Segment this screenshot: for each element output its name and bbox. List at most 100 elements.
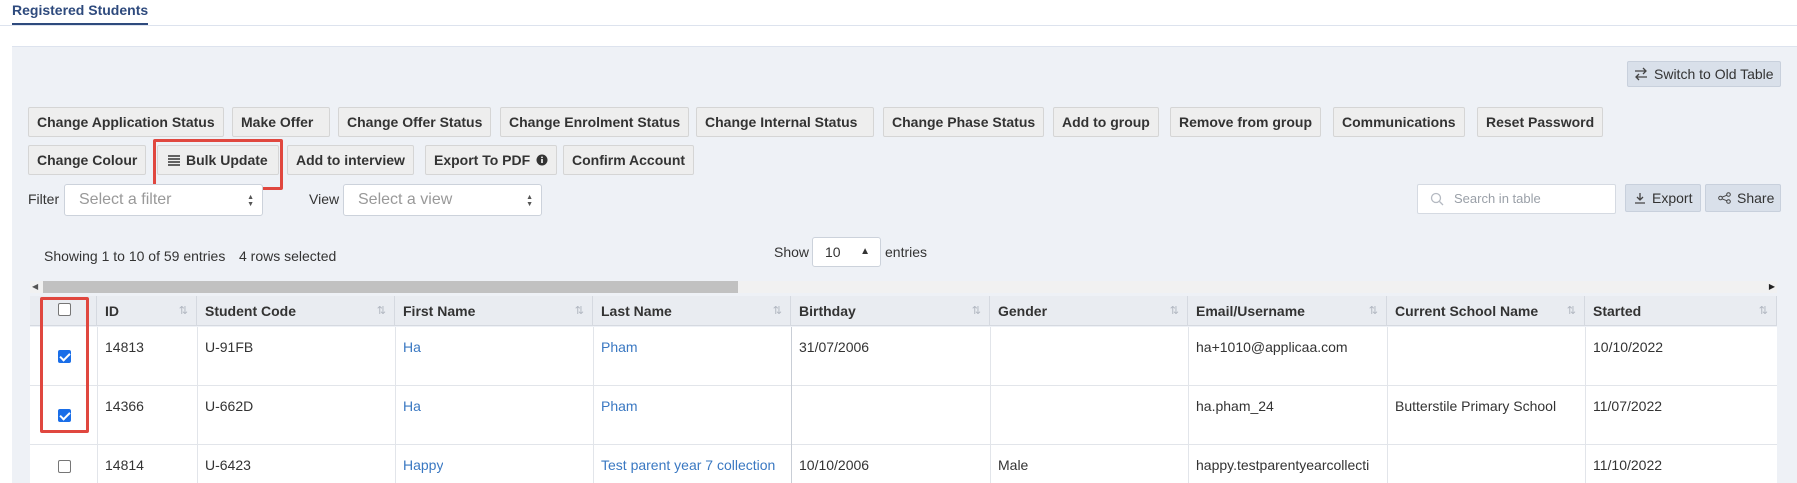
cell-first-name-link[interactable]: Ha	[395, 398, 421, 414]
col-header-id[interactable]: ID ⇅	[97, 296, 197, 326]
cell-id: 14813	[105, 339, 144, 355]
cell-id: 14814	[105, 457, 144, 473]
view-select[interactable]: Select a view ▲ ▼	[343, 184, 542, 216]
cell-last-name-link[interactable]: Test parent year 7 collection	[593, 457, 775, 473]
cell-birthday: 31/07/2006	[799, 339, 870, 355]
col-header-first-name[interactable]: First Name ⇅	[395, 296, 593, 326]
export-to-pdf-label: Export To PDF	[434, 152, 531, 168]
sort-icon: ⇅	[1758, 305, 1768, 317]
search-placeholder: Search in table	[1454, 191, 1541, 206]
column-divider	[1387, 327, 1388, 483]
download-icon	[1635, 193, 1645, 204]
cell-started: 11/10/2022	[1593, 457, 1663, 473]
add-to-interview-button[interactable]: Add to interview	[287, 145, 414, 175]
scroll-left-arrow-icon[interactable]: ◀	[32, 281, 38, 293]
column-divider	[1188, 327, 1189, 483]
cell-last-name-link[interactable]: Pham	[593, 339, 638, 355]
communications-button[interactable]: Communications	[1333, 107, 1465, 137]
column-divider	[395, 327, 396, 483]
cell-email: ha.pham_24	[1196, 398, 1274, 414]
change-offer-status-button[interactable]: Change Offer Status	[338, 107, 492, 137]
page-length-value: 10	[825, 244, 841, 260]
switch-to-old-table-button[interactable]: Switch to Old Table	[1627, 61, 1781, 87]
cell-first-name-link[interactable]: Happy	[395, 457, 443, 473]
column-divider	[97, 327, 98, 483]
table-row[interactable]: 14814 U-6423 Happy Test parent year 7 co…	[30, 445, 1777, 483]
col-header-last-name[interactable]: Last Name ⇅	[593, 296, 791, 326]
info-icon	[536, 154, 548, 166]
col-header-birthday[interactable]: Birthday ⇅	[791, 296, 990, 326]
change-internal-status-button[interactable]: Change Internal Status	[696, 107, 874, 137]
table-row[interactable]: 14366 U-662D Ha Pham ha.pham_24 Butterst…	[30, 386, 1777, 445]
filter-select[interactable]: Select a filter ▲ ▼	[64, 184, 263, 216]
table-row[interactable]: 14813 U-91FB Ha Pham 31/07/2006 ha+1010@…	[30, 327, 1777, 386]
horizontal-scrollbar[interactable]: ◀ ▶	[30, 281, 1777, 293]
list-icon	[168, 155, 180, 166]
share-button[interactable]: Share	[1705, 184, 1782, 212]
table-header: ID ⇅ Student Code ⇅ First Name ⇅ Last Name ⇅…	[30, 296, 1777, 326]
sort-icon: ⇅	[971, 305, 981, 317]
cell-id: 14366	[105, 398, 144, 414]
select-all-cell	[30, 296, 97, 326]
cell-email: happy.testparentyearcollecti	[1196, 457, 1370, 473]
sort-icon: ⇅	[376, 305, 386, 317]
search-icon	[1430, 192, 1444, 206]
column-divider	[1585, 327, 1586, 483]
search-input[interactable]: Search in table	[1417, 184, 1616, 214]
change-enrolment-status-button[interactable]: Change Enrolment Status	[500, 107, 690, 137]
rows-selected-info: 4 rows selected	[239, 248, 337, 264]
make-offer-button[interactable]: Make Offer	[232, 107, 330, 137]
export-label: Export	[1652, 190, 1693, 206]
col-header-gender[interactable]: Gender ⇅	[990, 296, 1188, 326]
row-checkbox[interactable]	[58, 409, 71, 422]
select-arrows-icon: ▲ ▼	[247, 194, 254, 208]
page-length-select[interactable]: 10 ▲	[812, 237, 881, 267]
select-all-checkbox[interactable]	[58, 303, 71, 316]
change-colour-button[interactable]: Change Colour	[28, 145, 147, 175]
remove-from-group-button[interactable]: Remove from group	[1170, 107, 1322, 137]
row-checkbox[interactable]	[58, 460, 71, 473]
col-header-student-code[interactable]: Student Code ⇅	[197, 296, 395, 326]
col-header-current-school[interactable]: Current School Name ⇅	[1387, 296, 1585, 326]
cell-school: Butterstile Primary School	[1395, 398, 1557, 414]
view-placeholder: Select a view	[358, 191, 453, 208]
export-button[interactable]: Export	[1625, 184, 1702, 212]
switch-to-old-table-label: Switch to Old Table	[1654, 66, 1774, 82]
share-icon	[1718, 192, 1731, 204]
column-divider	[791, 327, 792, 483]
bulk-update-label: Bulk Update	[186, 152, 268, 168]
cell-student-code: U-91FB	[205, 339, 254, 355]
col-header-started[interactable]: Started ⇅	[1585, 296, 1777, 326]
filter-placeholder: Select a filter	[79, 191, 172, 208]
bulk-update-button[interactable]: Bulk Update	[157, 145, 279, 175]
tab-bar: Registered Students	[0, 0, 1797, 26]
add-to-group-button[interactable]: Add to group	[1053, 107, 1159, 137]
view-label: View	[309, 191, 340, 207]
cell-student-code: U-6423	[205, 457, 251, 473]
entries-info: Showing 1 to 10 of 59 entries	[44, 248, 226, 264]
cell-student-code: U-662D	[205, 398, 254, 414]
column-divider	[593, 327, 594, 483]
col-header-email[interactable]: Email/Username ⇅	[1188, 296, 1387, 326]
reset-password-button[interactable]: Reset Password	[1477, 107, 1604, 137]
swap-arrows-icon	[1635, 67, 1647, 81]
scroll-right-arrow-icon[interactable]: ▶	[1769, 281, 1775, 293]
cell-email: ha+1010@applicaa.com	[1196, 339, 1348, 355]
column-divider	[197, 327, 198, 483]
sort-icon: ⇅	[178, 305, 188, 317]
scrollbar-thumb[interactable]	[43, 281, 738, 293]
tab-registered-students[interactable]: Registered Students	[12, 2, 149, 25]
cell-last-name-link[interactable]: Pham	[593, 398, 638, 414]
confirm-account-button[interactable]: Confirm Account	[563, 145, 695, 175]
select-arrows-icon: ▲ ▼	[526, 194, 533, 208]
sort-icon: ⇅	[1368, 305, 1378, 317]
change-phase-status-button[interactable]: Change Phase Status	[883, 107, 1045, 137]
entries-label: entries	[885, 244, 928, 260]
cell-birthday: 10/10/2006	[799, 457, 870, 473]
sort-icon: ⇅	[574, 305, 584, 317]
row-checkbox[interactable]	[58, 350, 71, 363]
change-application-status-button[interactable]: Change Application Status	[28, 107, 224, 137]
cell-started: 11/07/2022	[1593, 398, 1663, 414]
cell-first-name-link[interactable]: Ha	[395, 339, 421, 355]
export-to-pdf-button[interactable]: Export To PDF	[425, 145, 558, 175]
